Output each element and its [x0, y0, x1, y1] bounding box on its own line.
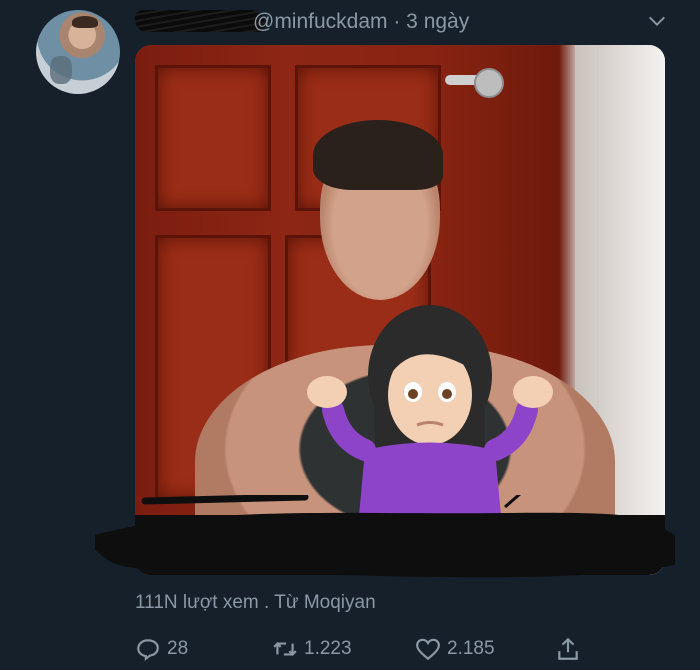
person-hair — [313, 120, 443, 190]
tweet-actions: 28 1.223 2.185 — [135, 636, 665, 664]
retweet-icon — [273, 642, 297, 656]
reply-button[interactable]: 28 — [135, 636, 188, 662]
door-panel-left-top — [155, 65, 271, 211]
author-name-redacted — [135, 10, 265, 32]
retweet-count: 1.223 — [304, 638, 352, 659]
author-avatar[interactable] — [36, 10, 120, 94]
share-icon — [558, 637, 578, 660]
heart-icon — [416, 638, 440, 661]
reply-icon — [137, 639, 159, 661]
avatar-tattoo — [50, 56, 72, 84]
door-handle — [445, 68, 504, 98]
author-handle-and-time[interactable]: @minfuckdam · 3 ngày — [253, 10, 469, 34]
view-count-and-source: 111N lượt xem . Từ Moqiyan — [135, 592, 376, 613]
tweet-header: @minfuckdam · 3 ngày — [135, 8, 680, 36]
redaction-scribble-outer — [95, 495, 675, 578]
share-button[interactable] — [555, 636, 587, 662]
retweet-button[interactable]: 1.223 — [272, 636, 352, 662]
avatar-hair — [72, 16, 98, 28]
like-button[interactable]: 2.185 — [415, 636, 495, 662]
like-count: 2.185 — [447, 638, 495, 659]
reply-count: 28 — [167, 638, 189, 659]
chevron-down-icon[interactable] — [646, 10, 668, 32]
